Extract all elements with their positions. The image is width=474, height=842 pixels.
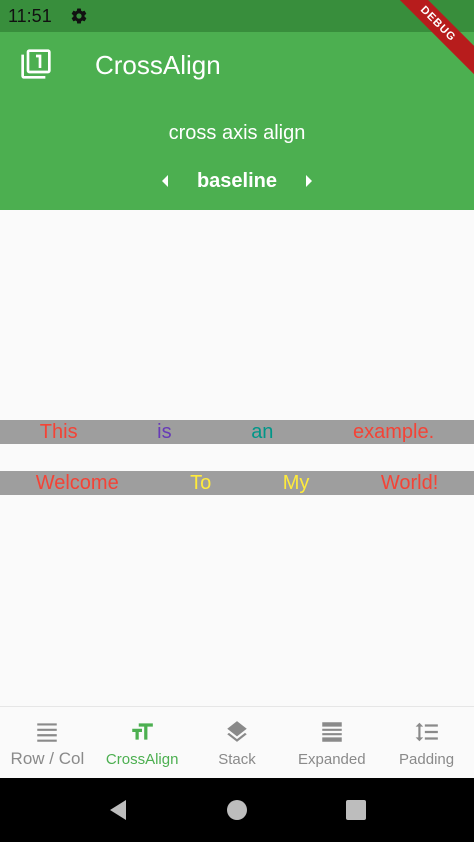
next-button[interactable] xyxy=(287,166,331,196)
gear-icon xyxy=(71,8,87,24)
nav-item-expanded[interactable]: Expanded xyxy=(284,707,379,778)
word-welcome: Welcome xyxy=(35,472,119,494)
recents-icon[interactable] xyxy=(344,798,368,822)
axis-label: cross axis align xyxy=(168,122,306,144)
page-title: CrossAlign xyxy=(95,50,221,80)
system-navigation-bar xyxy=(0,778,474,842)
word-to: To xyxy=(190,472,212,494)
nav-item-stack[interactable]: Stack xyxy=(190,707,285,778)
example-row-2: Welcome To My World! xyxy=(0,471,474,495)
nav-label-crossalign: CrossAlign xyxy=(105,751,179,768)
content-area: This is an example. Welcome To My World! xyxy=(0,210,474,706)
nav-label-row-col: Row / Col xyxy=(10,749,85,768)
word-world: World! xyxy=(380,472,439,494)
word-is: is xyxy=(157,421,172,443)
example-row-1: This is an example. xyxy=(0,420,474,444)
selected-value: baseline xyxy=(196,169,278,192)
home-icon[interactable] xyxy=(225,798,249,822)
word-my: My xyxy=(282,472,310,494)
list-icon xyxy=(322,722,342,742)
status-bar: 11:51 xyxy=(0,0,474,32)
layers-icon xyxy=(227,721,247,742)
filter-1-icon[interactable] xyxy=(20,48,52,80)
lines-icon xyxy=(37,723,58,742)
nav-label-stack: Stack xyxy=(218,751,256,768)
back-icon[interactable] xyxy=(106,798,130,822)
app-bar: CrossAlign cross axis align baseline xyxy=(0,32,474,210)
bottom-navigation: Row / Col CrossAlign Stack Expanded Padd… xyxy=(0,706,474,778)
word-example: example. xyxy=(353,421,435,443)
cross-axis-selector: baseline xyxy=(0,166,474,196)
word-this: This xyxy=(39,421,78,443)
triangle-left-icon xyxy=(162,175,168,187)
nav-label-padding: Padding xyxy=(399,751,455,768)
nav-item-crossalign[interactable]: CrossAlign xyxy=(95,707,190,778)
status-time: 11:51 xyxy=(8,6,52,26)
nav-item-row-col[interactable]: Row / Col xyxy=(0,707,95,778)
triangle-right-icon xyxy=(306,175,312,187)
previous-button[interactable] xyxy=(143,166,187,196)
word-an: an xyxy=(251,421,274,443)
text-size-icon xyxy=(132,723,154,740)
nav-label-expanded: Expanded xyxy=(298,751,366,768)
nav-item-padding[interactable]: Padding xyxy=(379,707,474,778)
line-spacing-icon xyxy=(415,722,438,742)
